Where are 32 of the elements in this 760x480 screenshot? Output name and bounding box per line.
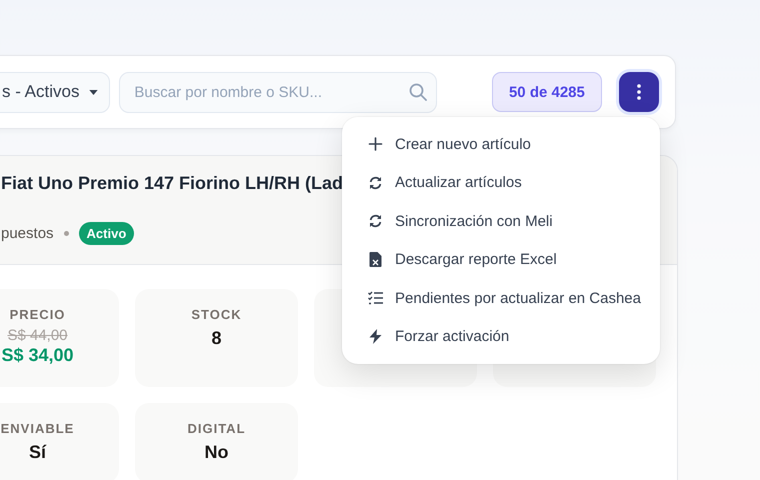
stat-label: PRECIO <box>10 307 66 322</box>
search-field[interactable]: Buscar por nombre o SKU... <box>119 72 437 112</box>
refresh-icon <box>368 176 383 190</box>
refresh-icon <box>368 214 383 228</box>
stat-value: S$ 34,00 <box>1 345 74 366</box>
product-title: Fiat Uno Premio 147 Fiorino LH/RH (Lad <box>1 173 344 194</box>
filter-dropdown[interactable]: s - Activos <box>0 72 110 112</box>
stat-label: STOCK <box>191 307 242 322</box>
checklist-icon <box>368 291 383 306</box>
count-badge: 50 de 4285 <box>492 72 602 112</box>
caret-icon <box>89 90 98 94</box>
more-button[interactable] <box>619 72 659 112</box>
status-badge: Activo <box>78 222 134 245</box>
menu-item[interactable]: Descargar reporte Excel <box>342 240 660 279</box>
stat-label: ENVIABLE <box>0 421 74 436</box>
lightning-icon <box>368 329 383 344</box>
category-text: puestos <box>1 225 54 242</box>
stat-value: No <box>204 442 228 463</box>
menu-item[interactable]: Crear nuevo artículo <box>342 125 660 164</box>
menu-item[interactable]: Forzar activación <box>342 318 660 356</box>
separator-dot <box>64 231 69 236</box>
kebab-icon <box>637 84 642 100</box>
menu-item[interactable]: Pendientes por actualizar en Cashea <box>342 279 660 318</box>
search-icon <box>408 82 427 100</box>
menu-item[interactable]: Actualizar artículos <box>342 164 660 202</box>
stat-value: Sí <box>28 442 46 463</box>
excel-file-icon <box>368 252 383 268</box>
menu-item[interactable]: Sincronización con Meli <box>342 202 660 240</box>
old-price: S$ 44,00 <box>7 327 68 344</box>
stat-value: 8 <box>211 328 222 349</box>
plus-icon <box>368 137 383 152</box>
stat-label: DIGITAL <box>187 421 246 436</box>
